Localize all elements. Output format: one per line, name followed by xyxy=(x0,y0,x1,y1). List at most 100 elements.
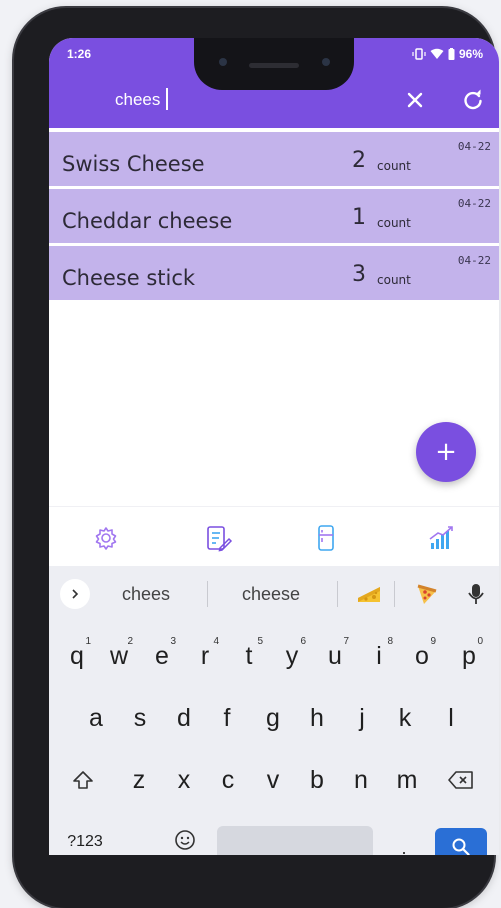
list-item[interactable]: Swiss Cheese 2 count 04-22 xyxy=(49,132,499,186)
key-o[interactable]: o9 xyxy=(402,632,442,680)
battery-percent: 96% xyxy=(458,47,483,61)
item-count: 3 xyxy=(352,262,366,287)
expand-suggestions-button[interactable] xyxy=(60,579,90,609)
front-sensor xyxy=(322,58,330,66)
key-letter: k xyxy=(398,703,412,732)
item-name: Cheese stick xyxy=(62,266,196,290)
list-item[interactable]: Cheddar cheese 1 count 04-22 xyxy=(49,189,499,243)
key-f[interactable]: f xyxy=(207,694,247,742)
key-k[interactable]: k xyxy=(385,694,425,742)
key-letter: w xyxy=(109,641,129,670)
status-icons: 96% xyxy=(412,47,483,61)
key-g[interactable]: g xyxy=(253,694,293,742)
cheese-emoji[interactable] xyxy=(356,582,382,606)
add-item-button[interactable]: + xyxy=(416,422,476,482)
search-input[interactable] xyxy=(115,87,365,113)
key-letter: e xyxy=(155,641,169,670)
symbols-key[interactable]: ?123 xyxy=(59,818,111,855)
key-d[interactable]: d xyxy=(164,694,204,742)
key-letter: o xyxy=(415,641,429,670)
key-i[interactable]: i8 xyxy=(359,632,399,680)
suggestion-divider xyxy=(394,581,395,607)
key-letter: v xyxy=(266,765,280,794)
app-screen: 1:26 96% chees Swiss Cheese 2 count 04-2… xyxy=(49,38,499,855)
key-n[interactable]: n xyxy=(341,756,381,804)
key-z[interactable]: z xyxy=(119,756,159,804)
bottom-nav xyxy=(49,506,499,567)
key-x[interactable]: x xyxy=(164,756,204,804)
key-letter: j xyxy=(359,703,365,732)
key-letter: y xyxy=(285,641,299,670)
space-key[interactable] xyxy=(217,826,373,855)
chevron-right-icon xyxy=(72,589,79,599)
fridge-icon[interactable] xyxy=(311,523,341,553)
emoji-key[interactable] xyxy=(165,816,205,855)
suggestion-chip[interactable]: chees xyxy=(122,584,170,605)
microphone-icon[interactable] xyxy=(467,582,485,606)
key-letter: c xyxy=(221,765,235,794)
list-item[interactable]: Cheese stick 3 count 04-22 xyxy=(49,246,499,300)
key-c[interactable]: c xyxy=(208,756,248,804)
item-unit: count xyxy=(377,273,411,287)
search-submit-key[interactable] xyxy=(435,828,487,855)
key-hint: 5 xyxy=(257,636,263,647)
plus-icon: + xyxy=(435,437,457,467)
period-key[interactable]: . xyxy=(389,824,419,856)
key-m[interactable]: m xyxy=(387,756,427,804)
battery-icon xyxy=(448,48,455,60)
backspace-icon xyxy=(448,771,473,789)
key-letter: x xyxy=(177,765,191,794)
key-letter: s xyxy=(133,703,147,732)
key-v[interactable]: v xyxy=(253,756,293,804)
close-icon[interactable] xyxy=(401,86,429,114)
wifi-icon xyxy=(430,48,444,59)
key-a[interactable]: a xyxy=(76,694,116,742)
item-count: 1 xyxy=(352,205,366,230)
key-q[interactable]: q1 xyxy=(57,632,97,680)
key-letter: b xyxy=(310,765,324,794)
key-letter: h xyxy=(310,703,324,732)
key-letter: g xyxy=(266,703,280,732)
key-p[interactable]: p0 xyxy=(449,632,489,680)
key-b[interactable]: b xyxy=(297,756,337,804)
key-label: , xyxy=(138,843,144,856)
earpiece-speaker xyxy=(249,63,299,68)
text-cursor xyxy=(166,88,168,110)
chart-icon[interactable] xyxy=(426,523,456,553)
key-s[interactable]: s xyxy=(120,694,160,742)
item-count: 2 xyxy=(352,148,366,173)
item-date: 04-22 xyxy=(457,140,491,153)
key-hint: 2 xyxy=(127,636,133,647)
comma-key[interactable]: , xyxy=(121,830,161,856)
key-letter: t xyxy=(245,641,253,670)
key-letter: p xyxy=(462,641,476,670)
key-j[interactable]: j xyxy=(342,694,382,742)
key-hint: 3 xyxy=(170,636,176,647)
refresh-icon[interactable] xyxy=(459,86,487,114)
suggestion-strip: chees cheese xyxy=(49,566,499,622)
checklist-edit-icon[interactable] xyxy=(203,523,233,553)
key-y[interactable]: y6 xyxy=(272,632,312,680)
key-u[interactable]: u7 xyxy=(315,632,355,680)
suggestion-chip[interactable]: cheese xyxy=(242,584,300,605)
key-e[interactable]: e3 xyxy=(142,632,182,680)
key-t[interactable]: t5 xyxy=(229,632,269,680)
key-hint: 8 xyxy=(387,636,393,647)
key-r[interactable]: r4 xyxy=(185,632,225,680)
key-letter: i xyxy=(376,641,382,670)
key-w[interactable]: w2 xyxy=(99,632,139,680)
front-camera xyxy=(219,58,227,66)
key-h[interactable]: h xyxy=(297,694,337,742)
pizza-emoji[interactable] xyxy=(415,582,439,606)
key-l[interactable]: l xyxy=(431,694,471,742)
key-hint: 1 xyxy=(85,636,91,647)
settings-icon[interactable] xyxy=(91,523,121,553)
phone-frame: 1:26 96% chees Swiss Cheese 2 count 04-2… xyxy=(14,8,499,908)
item-date: 04-22 xyxy=(457,254,491,267)
key-letter: n xyxy=(354,765,368,794)
key-hint: 4 xyxy=(213,636,219,647)
backspace-key[interactable] xyxy=(441,756,481,804)
shift-key[interactable] xyxy=(63,756,103,804)
shift-icon xyxy=(73,771,93,789)
vibrate-icon xyxy=(412,48,426,60)
